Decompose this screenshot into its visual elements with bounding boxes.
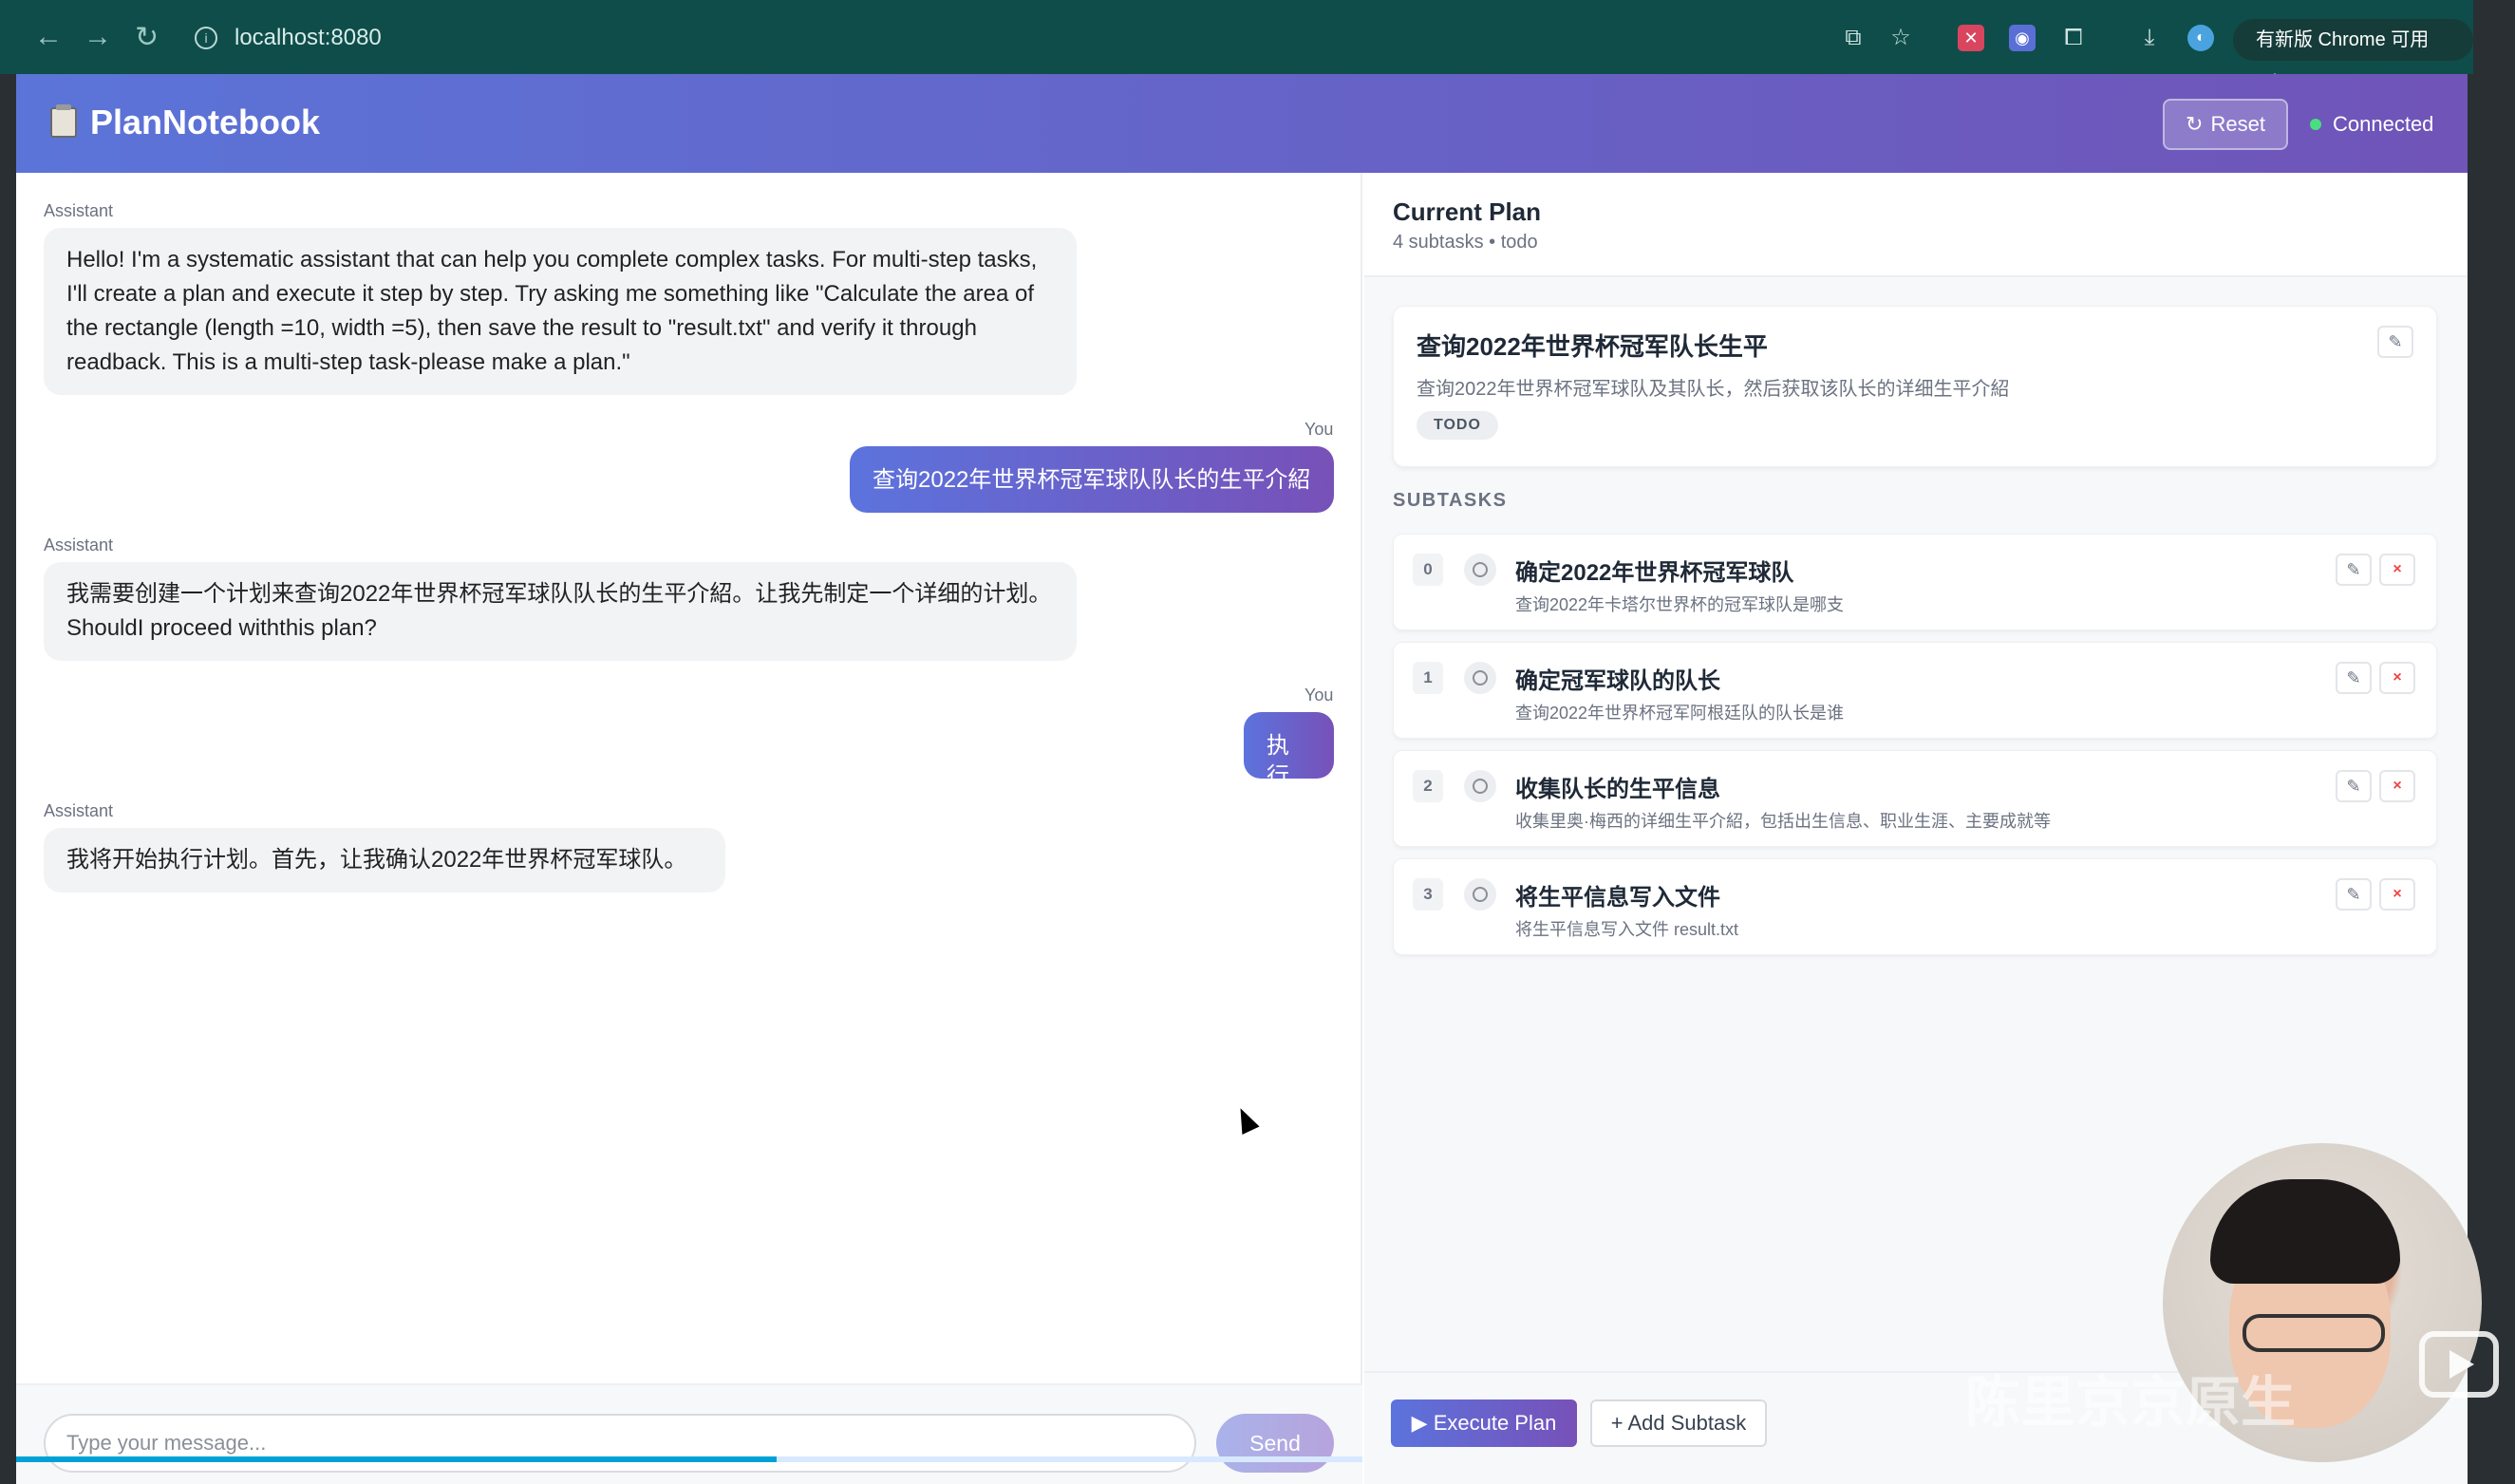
message-role: Assistant (44, 201, 114, 220)
app-logo: PlanNotebook (50, 103, 320, 142)
url-text: localhost:8080 (235, 25, 382, 50)
extension-icon[interactable]: ✕ (1958, 25, 1984, 51)
watermark-text: 陈里京京原生 (1965, 1372, 2297, 1434)
add-subtask-button[interactable]: + Add Subtask (1590, 1399, 1767, 1447)
extension-icon-2[interactable]: ◉ (2009, 25, 2036, 51)
reset-label: Reset (2210, 112, 2265, 136)
browser-toolbar: ← → ↻ i localhost:8080 ⧉ ☆ ✕ ◉ ⧠ ⤓ ◐ 有新版… (0, 0, 2473, 92)
user-message: 查询2022年世界杯冠军球队队长的生平介紹 (850, 446, 1334, 513)
site-info-icon[interactable]: i (195, 27, 217, 49)
subtask-description: 收集里奥·梅西的详细生平介紹，包括出生信息、职业生涯、主要成就等 (1515, 812, 2051, 831)
pending-status-icon (1464, 770, 1496, 802)
edit-icon[interactable]: ✎ (2336, 770, 2372, 802)
main-task-title: 查询2022年世界杯冠军队长生平 (1417, 332, 1768, 361)
subtask-item: 0 确定2022年世界杯冠军球队 查询2022年卡塔尔世界杯的冠军球队是哪支 ✎… (1393, 534, 2437, 630)
execute-plan-button[interactable]: ▶ Execute Plan (1391, 1399, 1577, 1447)
connection-status: Connected (2310, 112, 2433, 137)
subtask-title: 确定冠军球队的队长 (1515, 668, 1720, 694)
notebook-icon (50, 104, 77, 138)
chrome-update-label: 有新版 Chrome 可用 (2256, 29, 2430, 50)
presenter-hair (2210, 1179, 2400, 1284)
edit-icon[interactable]: ✎ (2336, 662, 2372, 694)
subtask-description: 查询2022年世界杯冠军阿根廷队的队长是谁 (1515, 704, 1845, 723)
subtask-title: 将生平信息写入文件 (1515, 885, 1720, 911)
delete-icon[interactable]: × (2379, 662, 2415, 694)
app-window: PlanNotebook ↻ Reset Connected Assistant… (16, 74, 2468, 1484)
subtasks-label: SUBTASKS (1393, 490, 1508, 511)
user-message: 执行 (1244, 712, 1334, 789)
message-input[interactable] (44, 1414, 1196, 1473)
download-icon[interactable]: ⤓ (2136, 25, 2163, 51)
reload-icon[interactable]: ↻ (135, 21, 159, 54)
send-button[interactable]: Send (1216, 1414, 1334, 1473)
delete-icon[interactable]: × (2379, 554, 2415, 586)
assistant-message: 我将开始执行计划。首先，让我确认2022年世界杯冠军球队。 (44, 828, 725, 892)
video-progress-bar[interactable] (16, 1456, 1362, 1462)
plan-summary: 4 subtasks • todo (1393, 232, 1538, 253)
profile-icon[interactable]: ◐ (2187, 25, 2214, 51)
delete-icon[interactable]: × (2379, 770, 2415, 802)
message-role: You (1304, 420, 1334, 439)
subtask-title: 收集队长的生平信息 (1515, 777, 1720, 802)
star-icon[interactable]: ☆ (1887, 25, 1914, 51)
subtask-item: 2 收集队长的生平信息 收集里奥·梅西的详细生平介紹，包括出生信息、职业生涯、主… (1393, 750, 2437, 847)
address-bar[interactable]: i localhost:8080 (195, 17, 382, 59)
plan-header: Current Plan 4 subtasks • todo (1364, 173, 2468, 277)
assistant-message: Hello! I'm a systematic assistant that c… (44, 228, 1077, 395)
forward-icon[interactable]: → (84, 21, 112, 53)
pending-status-icon (1464, 554, 1496, 586)
subtask-item: 3 将生平信息写入文件 将生平信息写入文件 result.txt ✎ × (1393, 858, 2437, 955)
subtask-description: 查询2022年卡塔尔世界杯的冠军球队是哪支 (1515, 595, 1845, 614)
delete-icon[interactable]: × (2379, 878, 2415, 911)
app-title: PlanNotebook (90, 103, 321, 141)
main-task-description: 查询2022年世界杯冠军球队及其队长，然后获取该队长的详细生平介紹 (1417, 379, 2010, 400)
puzzle-icon[interactable]: ⧠ (2060, 25, 2087, 51)
message-role: Assistant (44, 535, 114, 554)
edit-icon[interactable]: ✎ (2336, 878, 2372, 911)
reset-button[interactable]: ↻ Reset (2163, 99, 2288, 150)
translate-icon[interactable]: ⧉ (1840, 25, 1867, 51)
app-header: PlanNotebook ↻ Reset Connected (16, 74, 2468, 173)
video-progress-fill (16, 1456, 778, 1462)
presenter-glasses (2243, 1314, 2385, 1352)
bilibili-tv-icon (2419, 1331, 2499, 1398)
plan-heading: Current Plan (1393, 197, 1542, 226)
subtask-description: 将生平信息写入文件 result.txt (1515, 920, 1739, 939)
subtask-index: 2 (1413, 770, 1443, 802)
assistant-message: 我需要创建一个计划来查询2022年世界杯冠军球队队长的生平介紹。让我先制定一个详… (44, 562, 1077, 661)
status-badge: TODO (1417, 411, 1498, 440)
status-text: Connected (2333, 112, 2434, 136)
chat-panel: Assistant Hello! I'm a systematic assist… (16, 173, 1362, 1484)
subtask-index: 3 (1413, 878, 1443, 911)
status-dot-icon (2310, 119, 2321, 130)
main-task-card: 查询2022年世界杯冠军队长生平 查询2022年世界杯冠军球队及其队长，然后获取… (1393, 306, 2437, 467)
message-role: Assistant (44, 801, 114, 820)
reset-icon: ↻ (2186, 112, 2204, 136)
message-composer: Send (16, 1383, 1362, 1484)
subtask-index: 0 (1413, 554, 1443, 586)
screen: ← → ↻ i localhost:8080 ⧉ ☆ ✕ ◉ ⧠ ⤓ ◐ 有新版… (0, 0, 2515, 1484)
pending-status-icon (1464, 662, 1496, 694)
edit-icon[interactable]: ✎ (2377, 326, 2413, 358)
subtask-title: 确定2022年世界杯冠军球队 (1515, 560, 1794, 586)
chrome-update-button[interactable]: 有新版 Chrome 可用 ⋮ (2233, 19, 2473, 92)
edit-icon[interactable]: ✎ (2336, 554, 2372, 586)
subtask-index: 1 (1413, 662, 1443, 694)
back-icon[interactable]: ← (34, 21, 63, 53)
pending-status-icon (1464, 878, 1496, 911)
message-role: You (1304, 686, 1334, 704)
subtask-item: 1 确定冠军球队的队长 查询2022年世界杯冠军阿根廷队的队长是谁 ✎ × (1393, 642, 2437, 739)
